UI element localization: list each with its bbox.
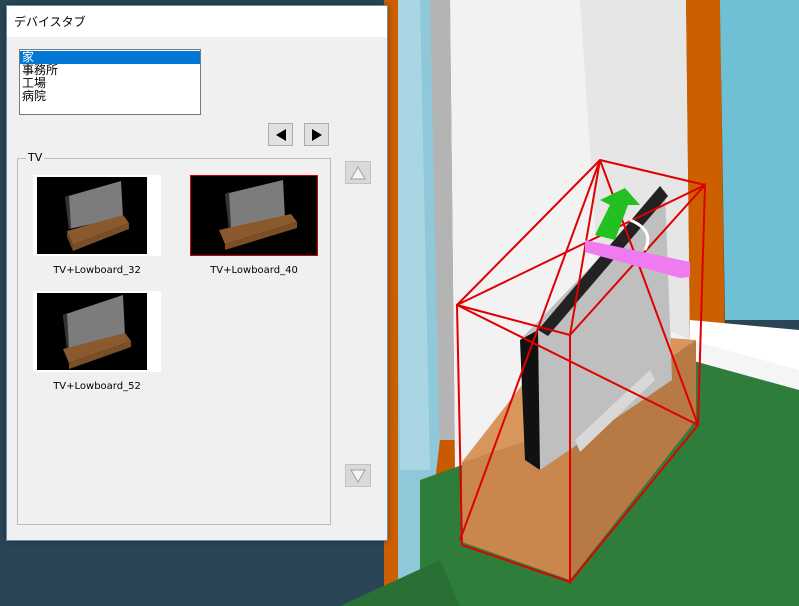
prev-page-button[interactable] bbox=[268, 123, 293, 146]
device-group-tv: TV TV+Lowboard_32 TV+Lowboard_40 TV+Lowb… bbox=[17, 151, 331, 525]
device-group-label: TV bbox=[26, 151, 45, 165]
device-thumbnail[interactable] bbox=[33, 175, 161, 256]
device-item-tv-lowboard-32[interactable]: TV+Lowboard_32 bbox=[33, 175, 161, 276]
tv-lowboard-thumbnail-icon bbox=[191, 176, 317, 255]
scroll-down-icon bbox=[350, 469, 366, 483]
device-thumbnail-selected[interactable] bbox=[190, 175, 318, 256]
next-page-button[interactable] bbox=[304, 123, 329, 146]
triangle-left-icon bbox=[275, 128, 286, 141]
device-thumbnail[interactable] bbox=[33, 291, 161, 372]
device-label: TV+Lowboard_52 bbox=[53, 381, 141, 392]
tv-lowboard-thumbnail-icon bbox=[33, 175, 161, 256]
triangle-right-icon bbox=[311, 128, 322, 141]
device-item-tv-lowboard-40[interactable]: TV+Lowboard_40 bbox=[190, 175, 318, 276]
device-tab-dialog: デバイスタブ 家 事務所 工場 病院 TV TV+Lowboard_32 TV+… bbox=[6, 5, 388, 541]
window-frame-right bbox=[686, 0, 725, 350]
dialog-titlebar[interactable]: デバイスタブ bbox=[7, 6, 387, 37]
tv-lowboard-thumbnail-icon bbox=[33, 291, 161, 372]
dialog-title: デバイスタブ bbox=[14, 15, 86, 29]
scroll-up-icon bbox=[350, 165, 366, 179]
category-item-office[interactable]: 事務所 bbox=[20, 64, 200, 77]
category-listbox[interactable]: 家 事務所 工場 病院 bbox=[19, 49, 201, 115]
scroll-up-button[interactable] bbox=[345, 161, 371, 184]
category-item-hospital[interactable]: 病院 bbox=[20, 90, 200, 103]
device-label: TV+Lowboard_40 bbox=[210, 265, 298, 276]
device-label: TV+Lowboard_32 bbox=[53, 265, 141, 276]
scroll-down-button[interactable] bbox=[345, 464, 371, 487]
category-item-factory[interactable]: 工場 bbox=[20, 77, 200, 90]
device-item-tv-lowboard-52[interactable]: TV+Lowboard_52 bbox=[33, 291, 161, 392]
